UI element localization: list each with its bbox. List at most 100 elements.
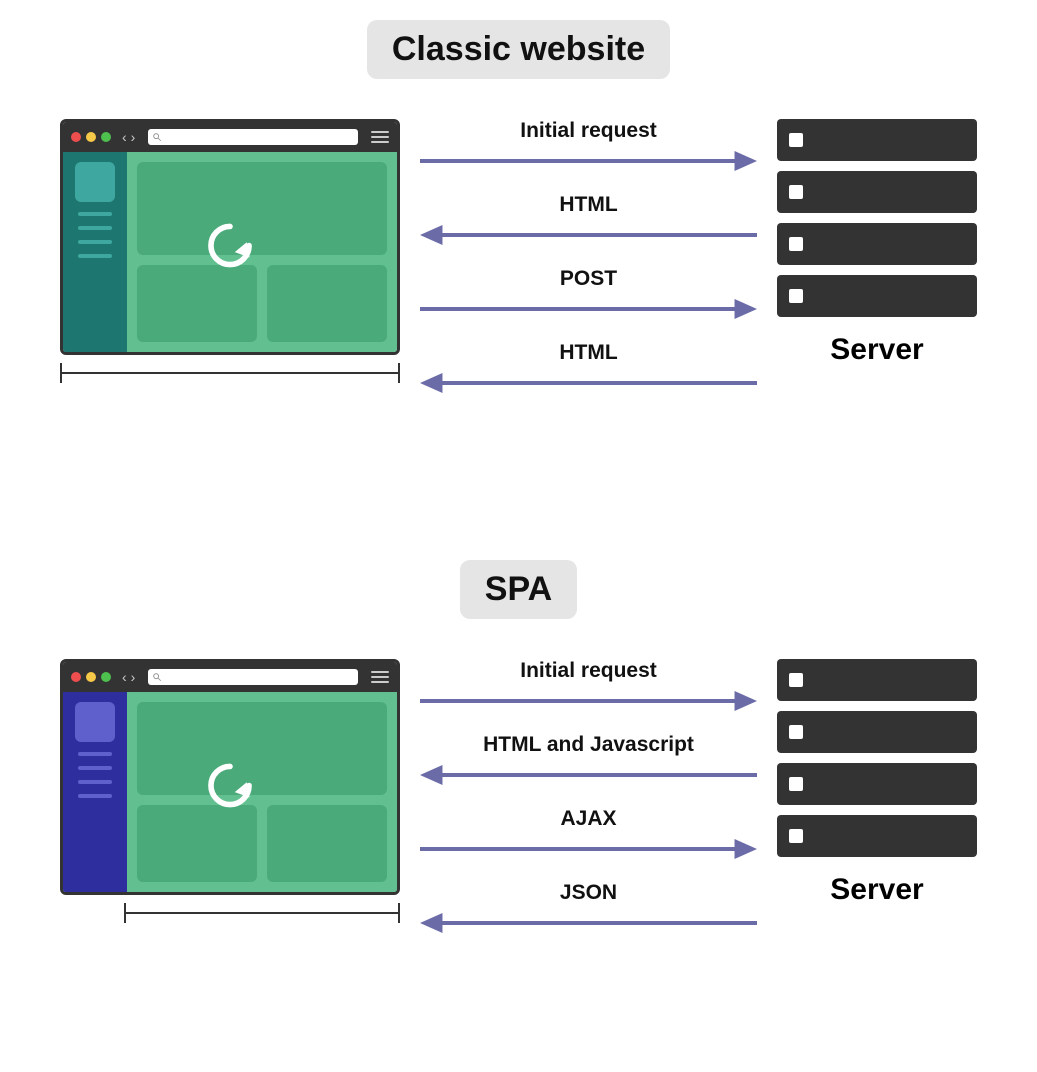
- browser-window-spa: ‹ ›: [60, 659, 400, 895]
- arrow-label: HTML: [559, 193, 617, 217]
- reload-icon: [202, 218, 258, 279]
- sidebar-line: [78, 226, 112, 230]
- window-maximize-icon: [101, 132, 111, 142]
- section-classic: Classic website ‹ ›: [0, 20, 1037, 397]
- arrow-label: JSON: [560, 881, 617, 905]
- server-unit: [777, 275, 977, 317]
- server-unit: [777, 119, 977, 161]
- arrow-label: HTML and Javascript: [483, 733, 694, 757]
- server-led-icon: [789, 133, 803, 147]
- server-led-icon: [789, 673, 803, 687]
- sidebar-line: [78, 794, 112, 798]
- sidebar-line: [78, 766, 112, 770]
- sidebar-line: [78, 254, 112, 258]
- chevron-left-icon: ‹: [122, 669, 127, 685]
- window-close-icon: [71, 672, 81, 682]
- arrow-group: HTML: [420, 341, 757, 397]
- server-unit: [777, 815, 977, 857]
- server-led-icon: [789, 289, 803, 303]
- title-wrapper: Classic website: [0, 20, 1037, 79]
- browser-body: [63, 152, 397, 352]
- row-classic: ‹ ›: [0, 119, 1037, 397]
- page-content: [127, 152, 397, 352]
- reload-icon: [202, 758, 258, 819]
- hamburger-icon: [371, 671, 389, 683]
- page-sidebar: [63, 152, 127, 352]
- sidebar-line: [78, 752, 112, 756]
- content-panel-row: [137, 805, 387, 882]
- server-led-icon: [789, 777, 803, 791]
- server-led-icon: [789, 829, 803, 843]
- window-close-icon: [71, 132, 81, 142]
- arrow-group: AJAX: [420, 807, 757, 863]
- nav-arrows: ‹ ›: [122, 669, 135, 685]
- section-spa: SPA ‹ ›: [0, 560, 1037, 937]
- content-panel: [267, 265, 387, 342]
- page-content: [127, 692, 397, 892]
- title-spa: SPA: [460, 560, 577, 619]
- arrow-group: JSON: [420, 881, 757, 937]
- server-stack-spa: Server: [777, 659, 977, 907]
- window-maximize-icon: [101, 672, 111, 682]
- sidebar-block: [75, 702, 115, 742]
- content-panel: [137, 702, 387, 795]
- content-panel: [267, 805, 387, 882]
- title-classic: Classic website: [367, 20, 670, 79]
- url-bar: [148, 669, 358, 685]
- nav-arrows: ‹ ›: [122, 129, 135, 145]
- hamburger-icon: [371, 131, 389, 143]
- server-unit: [777, 763, 977, 805]
- width-bracket-full: [60, 363, 400, 383]
- arrow-group: HTML and Javascript: [420, 733, 757, 789]
- arrows-spa: Initial request HTML and Javascript AJAX…: [400, 659, 777, 937]
- arrow-left-icon: [420, 369, 757, 397]
- arrow-right-icon: [420, 835, 757, 863]
- server-label: Server: [777, 333, 977, 367]
- arrow-group: Initial request: [420, 659, 757, 715]
- arrow-right-icon: [420, 687, 757, 715]
- arrow-label: HTML: [559, 341, 617, 365]
- arrow-left-icon: [420, 761, 757, 789]
- browser-wrapper-classic: ‹ ›: [60, 119, 400, 383]
- server-unit: [777, 171, 977, 213]
- server-led-icon: [789, 185, 803, 199]
- window-minimize-icon: [86, 132, 96, 142]
- browser-titlebar: ‹ ›: [63, 662, 397, 692]
- arrow-group: HTML: [420, 193, 757, 249]
- arrow-label: AJAX: [560, 807, 616, 831]
- search-icon: [152, 672, 162, 682]
- browser-wrapper-spa: ‹ ›: [60, 659, 400, 923]
- sidebar-line: [78, 240, 112, 244]
- row-spa: ‹ ›: [0, 659, 1037, 937]
- chevron-right-icon: ›: [131, 669, 136, 685]
- browser-body: [63, 692, 397, 892]
- arrow-group: POST: [420, 267, 757, 323]
- server-led-icon: [789, 237, 803, 251]
- url-bar: [148, 129, 358, 145]
- arrow-label: Initial request: [520, 659, 657, 683]
- arrow-right-icon: [420, 295, 757, 323]
- window-minimize-icon: [86, 672, 96, 682]
- title-wrapper: SPA: [0, 560, 1037, 619]
- browser-window-classic: ‹ ›: [60, 119, 400, 355]
- page-sidebar: [63, 692, 127, 892]
- content-panel: [137, 162, 387, 255]
- arrow-label: Initial request: [520, 119, 657, 143]
- server-led-icon: [789, 725, 803, 739]
- server-label: Server: [777, 873, 977, 907]
- arrows-classic: Initial request HTML POST HTML: [400, 119, 777, 397]
- arrow-label: POST: [560, 267, 617, 291]
- sidebar-line: [78, 212, 112, 216]
- chevron-left-icon: ‹: [122, 129, 127, 145]
- browser-titlebar: ‹ ›: [63, 122, 397, 152]
- arrow-right-icon: [420, 147, 757, 175]
- width-bracket-partial: [124, 903, 400, 923]
- chevron-right-icon: ›: [131, 129, 136, 145]
- arrow-left-icon: [420, 221, 757, 249]
- search-icon: [152, 132, 162, 142]
- content-panel-row: [137, 265, 387, 342]
- sidebar-line: [78, 780, 112, 784]
- sidebar-block: [75, 162, 115, 202]
- arrow-left-icon: [420, 909, 757, 937]
- arrow-group: Initial request: [420, 119, 757, 175]
